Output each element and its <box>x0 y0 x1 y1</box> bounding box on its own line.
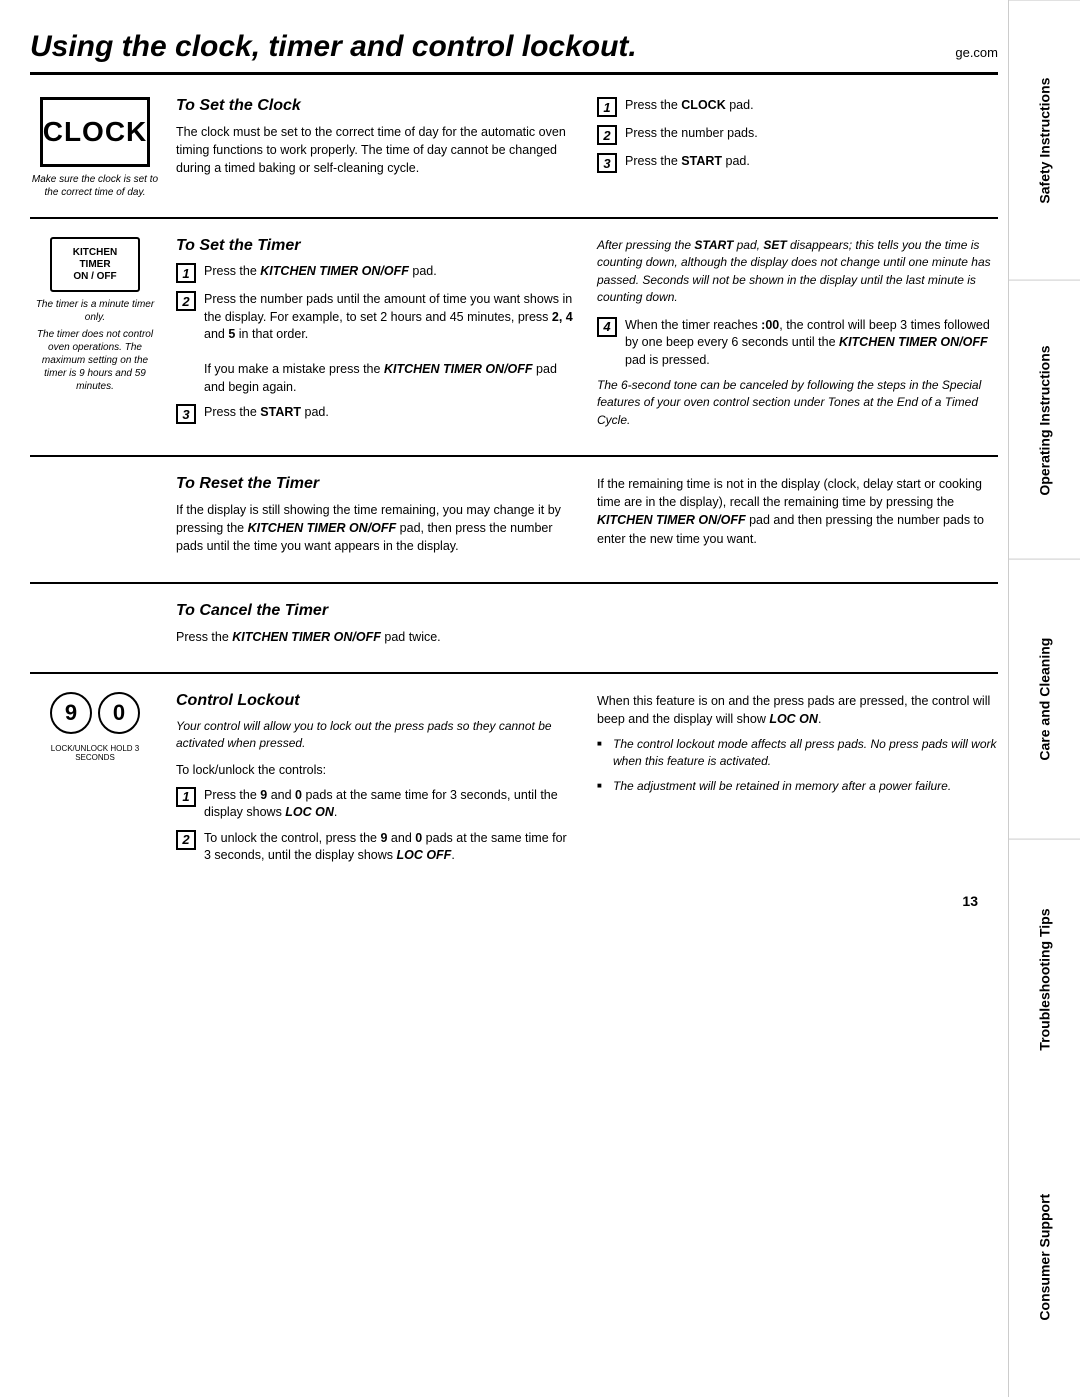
timer-content: To Set the Timer 1 Press the KITCHEN TIM… <box>176 237 998 437</box>
lockout-step-text-2: To unlock the control, press the 9 and 0… <box>204 830 577 865</box>
timer-section: KITCHEN TIMER ON / OFF The timer is a mi… <box>30 219 998 457</box>
clock-box-label: CLOCK <box>43 116 148 148</box>
timer-box-text: KITCHEN TIMER ON / OFF <box>73 247 117 283</box>
cancel-content: To Cancel the Timer Press the KITCHEN TI… <box>176 602 998 654</box>
cancel-section: To Cancel the Timer Press the KITCHEN TI… <box>30 584 998 674</box>
lockout-section-title: Control Lockout <box>176 692 577 710</box>
timer-right-text-1: After pressing the START pad, SET disapp… <box>597 237 998 307</box>
timer-box: KITCHEN TIMER ON / OFF <box>50 237 140 292</box>
page-wrapper: Using the clock, timer and control locko… <box>0 0 1080 1397</box>
lockout-step-num-2: 2 <box>176 830 196 850</box>
timer-steps: 1 Press the KITCHEN TIMER ON/OFF pad. 2 … <box>176 263 577 424</box>
cancel-section-title: To Cancel the Timer <box>176 602 998 620</box>
reset-section: To Reset the Timer If the display is sti… <box>30 457 998 583</box>
timer-left-col: To Set the Timer 1 Press the KITCHEN TIM… <box>176 237 577 437</box>
reset-icon-area <box>30 475 160 563</box>
timer-step-num-3: 3 <box>176 404 196 424</box>
lockout-steps: 1 Press the 9 and 0 pads at the same tim… <box>176 787 577 865</box>
sidebar-care: Care and Cleaning <box>1009 559 1080 839</box>
timer-caption-1: The timer is a minute timer only. <box>30 298 160 324</box>
sidebar-operating: Operating Instructions <box>1009 280 1080 560</box>
lockout-intro: Your control will allow you to lock out … <box>176 718 577 753</box>
lockout-bullet-list: The control lockout mode affects all pre… <box>597 736 998 794</box>
timer-right-text-2: The 6-second tone can be canceled by fol… <box>597 377 998 429</box>
clock-step-2: 2 Press the number pads. <box>597 125 998 145</box>
lockout-step-text-1: Press the 9 and 0 pads at the same time … <box>204 787 577 822</box>
reset-left-text: If the display is still showing the time… <box>176 501 577 555</box>
lockout-icon-area: 9 0 LOCK/UNLOCK HOLD 3 SECONDS <box>30 692 160 865</box>
clock-step-text-2: Press the number pads. <box>625 125 758 143</box>
lockout-right-col: When this feature is on and the press pa… <box>597 692 998 865</box>
lockout-section: 9 0 LOCK/UNLOCK HOLD 3 SECONDS Control L… <box>30 674 998 883</box>
sidebar-troubleshooting: Troubleshooting Tips <box>1009 839 1080 1119</box>
clock-step-num-3: 3 <box>597 153 617 173</box>
lock-icons: 9 0 <box>50 692 140 734</box>
sidebar-consumer: Consumer Support <box>1009 1118 1080 1397</box>
lockout-two-col: Control Lockout Your control will allow … <box>176 692 998 865</box>
page-title: Using the clock, timer and control locko… <box>30 30 637 64</box>
clock-two-col: To Set the Clock The clock must be set t… <box>176 97 998 185</box>
page-title-bar: Using the clock, timer and control locko… <box>30 30 998 75</box>
lockout-unlock-label: To lock/unlock the controls: <box>176 761 577 779</box>
clock-step-num-2: 2 <box>597 125 617 145</box>
timer-two-col: To Set the Timer 1 Press the KITCHEN TIM… <box>176 237 998 437</box>
clock-step-1: 1 Press the CLOCK pad. <box>597 97 998 117</box>
clock-section: CLOCK Make sure the clock is set to the … <box>30 79 998 219</box>
timer-step-3: 3 Press the START pad. <box>176 404 577 424</box>
reset-left-col: To Reset the Timer If the display is sti… <box>176 475 577 563</box>
clock-icon-area: CLOCK Make sure the clock is set to the … <box>30 97 160 199</box>
lockout-step-2: 2 To unlock the control, press the 9 and… <box>176 830 577 865</box>
lockout-step-1: 1 Press the 9 and 0 pads at the same tim… <box>176 787 577 822</box>
lockout-bullet-2: The adjustment will be retained in memor… <box>597 778 998 795</box>
clock-content: To Set the Clock The clock must be set t… <box>176 97 998 199</box>
timer-step-text-2: Press the number pads until the amount o… <box>204 291 577 396</box>
main-content: Using the clock, timer and control locko… <box>0 0 1008 1397</box>
timer-step-1: 1 Press the KITCHEN TIMER ON/OFF pad. <box>176 263 577 283</box>
lock-icon-9: 9 <box>50 692 92 734</box>
timer-caption-2: The timer does not control oven operatio… <box>30 328 160 393</box>
timer-step-num-1: 1 <box>176 263 196 283</box>
clock-step-text-3: Press the START pad. <box>625 153 750 171</box>
reset-two-col: To Reset the Timer If the display is sti… <box>176 475 998 563</box>
cancel-icon-area <box>30 602 160 654</box>
sidebar-safety: Safety Instructions <box>1009 0 1080 280</box>
timer-step-4: 4 When the timer reaches :00, the contro… <box>597 317 998 370</box>
lock-icon-0: 0 <box>98 692 140 734</box>
timer-icon-area: KITCHEN TIMER ON / OFF The timer is a mi… <box>30 237 160 437</box>
timer-right-col: After pressing the START pad, SET disapp… <box>597 237 998 437</box>
clock-left-col: To Set the Clock The clock must be set t… <box>176 97 577 185</box>
clock-step-text-1: Press the CLOCK pad. <box>625 97 754 115</box>
timer-step-2: 2 Press the number pads until the amount… <box>176 291 577 396</box>
reset-right-text: If the remaining time is not in the disp… <box>597 475 998 548</box>
timer-step-num-2: 2 <box>176 291 196 311</box>
lockout-step-num-1: 1 <box>176 787 196 807</box>
timer-step-num-4: 4 <box>597 317 617 337</box>
clock-right-col: 1 Press the CLOCK pad. 2 Press the numbe… <box>597 97 998 185</box>
clock-section-title: To Set the Clock <box>176 97 577 115</box>
clock-step-3: 3 Press the START pad. <box>597 153 998 173</box>
right-sidebar: Safety Instructions Operating Instructio… <box>1008 0 1080 1397</box>
timer-section-title: To Set the Timer <box>176 237 577 255</box>
lockout-right-text: When this feature is on and the press pa… <box>597 692 998 728</box>
lockout-bullet-1: The control lockout mode affects all pre… <box>597 736 998 770</box>
clock-box: CLOCK <box>40 97 150 167</box>
timer-step-text-3: Press the START pad. <box>204 404 329 422</box>
page-number: 13 <box>30 883 998 919</box>
reset-section-title: To Reset the Timer <box>176 475 577 493</box>
clock-steps: 1 Press the CLOCK pad. 2 Press the numbe… <box>597 97 998 173</box>
clock-description: The clock must be set to the correct tim… <box>176 123 577 177</box>
page-website: ge.com <box>955 45 998 60</box>
timer-step-text-1: Press the KITCHEN TIMER ON/OFF pad. <box>204 263 437 281</box>
reset-right-col: If the remaining time is not in the disp… <box>597 475 998 563</box>
timer-step-text-4: When the timer reaches :00, the control … <box>625 317 998 370</box>
reset-content: To Reset the Timer If the display is sti… <box>176 475 998 563</box>
clock-caption: Make sure the clock is set to the correc… <box>30 173 160 199</box>
lockout-left-col: Control Lockout Your control will allow … <box>176 692 577 865</box>
clock-step-num-1: 1 <box>597 97 617 117</box>
lockout-content: Control Lockout Your control will allow … <box>176 692 998 865</box>
cancel-text: Press the KITCHEN TIMER ON/OFF pad twice… <box>176 628 998 646</box>
lock-icon-label: LOCK/UNLOCK HOLD 3 SECONDS <box>30 744 160 762</box>
